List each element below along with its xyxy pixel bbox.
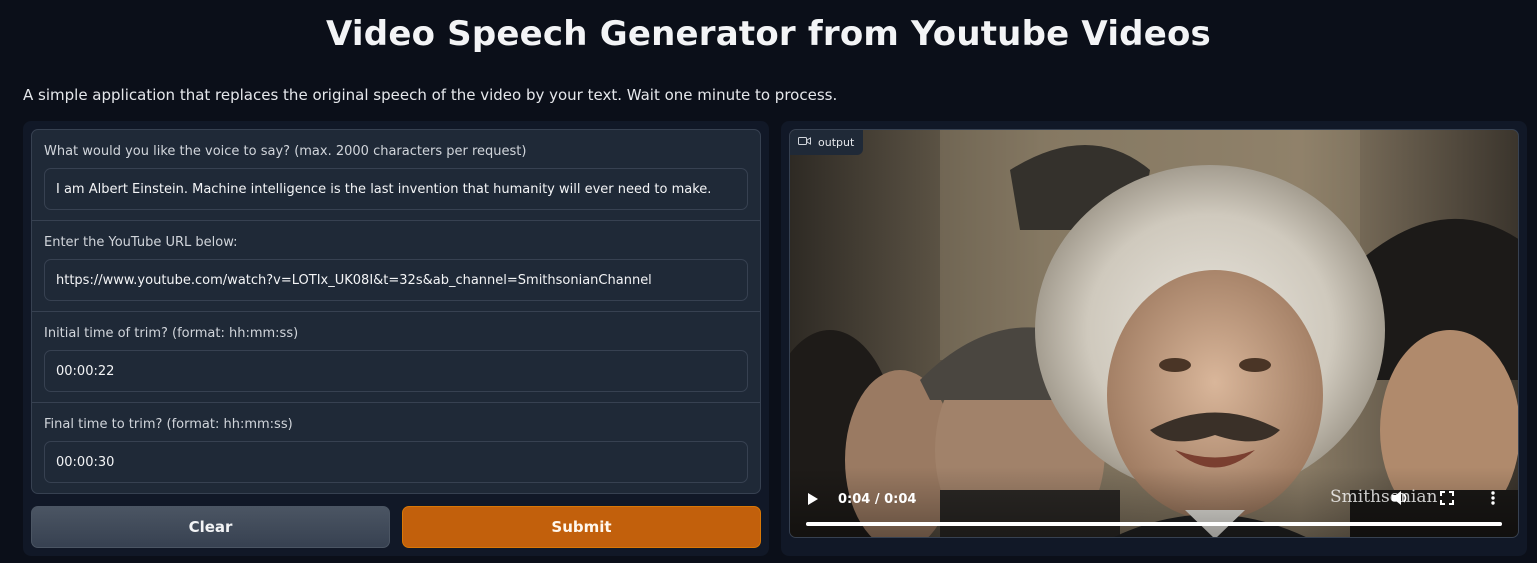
output-label: output [818, 136, 855, 149]
initial-time-field: Initial time of trim? (format: hh:mm:ss)… [32, 312, 760, 403]
speech-text-field: What would you like the voice to say? (m… [32, 130, 760, 221]
final-time-field: Final time to trim? (format: hh:mm:ss) 0… [32, 403, 760, 493]
youtube-url-field: Enter the YouTube URL below: https://www… [32, 221, 760, 312]
output-video[interactable]: output 0:04 / 0:04 Smithsonian [789, 129, 1519, 538]
page-description: A simple application that replaces the o… [23, 86, 838, 104]
video-progress-fill [806, 522, 1502, 526]
submit-button[interactable]: Submit [402, 506, 761, 548]
speech-text-input[interactable]: I am Albert Einstein. Machine intelligen… [44, 168, 748, 210]
speech-text-label: What would you like the voice to say? (m… [44, 144, 527, 159]
initial-time-label: Initial time of trim? (format: hh:mm:ss) [44, 326, 299, 341]
video-camera-icon [798, 136, 811, 149]
watermark-logo: Smithsonian [1330, 487, 1438, 507]
play-icon[interactable] [806, 491, 820, 511]
youtube-url-input[interactable]: https://www.youtube.com/watch?v=LOTIx_UK… [44, 259, 748, 301]
video-controls: 0:04 / 0:04 Smithsonian [790, 467, 1518, 537]
final-time-input[interactable]: 00:00:30 [44, 441, 748, 483]
youtube-url-label: Enter the YouTube URL below: [44, 235, 238, 250]
more-options-icon[interactable] [1490, 490, 1496, 510]
initial-time-input[interactable]: 00:00:22 [44, 350, 748, 392]
clear-button[interactable]: Clear [31, 506, 390, 548]
fullscreen-icon[interactable] [1440, 490, 1454, 509]
video-time: 0:04 / 0:04 [838, 492, 917, 507]
volume-icon[interactable] [1390, 489, 1410, 511]
final-time-label: Final time to trim? (format: hh:mm:ss) [44, 417, 293, 432]
output-label-tag: output [790, 130, 864, 155]
video-progress-bar[interactable] [806, 522, 1502, 526]
output-panel: output 0:04 / 0:04 Smithsonian [781, 121, 1527, 556]
input-panel: What would you like the voice to say? (m… [23, 121, 769, 556]
page-title: Video Speech Generator from Youtube Vide… [326, 14, 1211, 54]
form-block: What would you like the voice to say? (m… [31, 129, 761, 494]
